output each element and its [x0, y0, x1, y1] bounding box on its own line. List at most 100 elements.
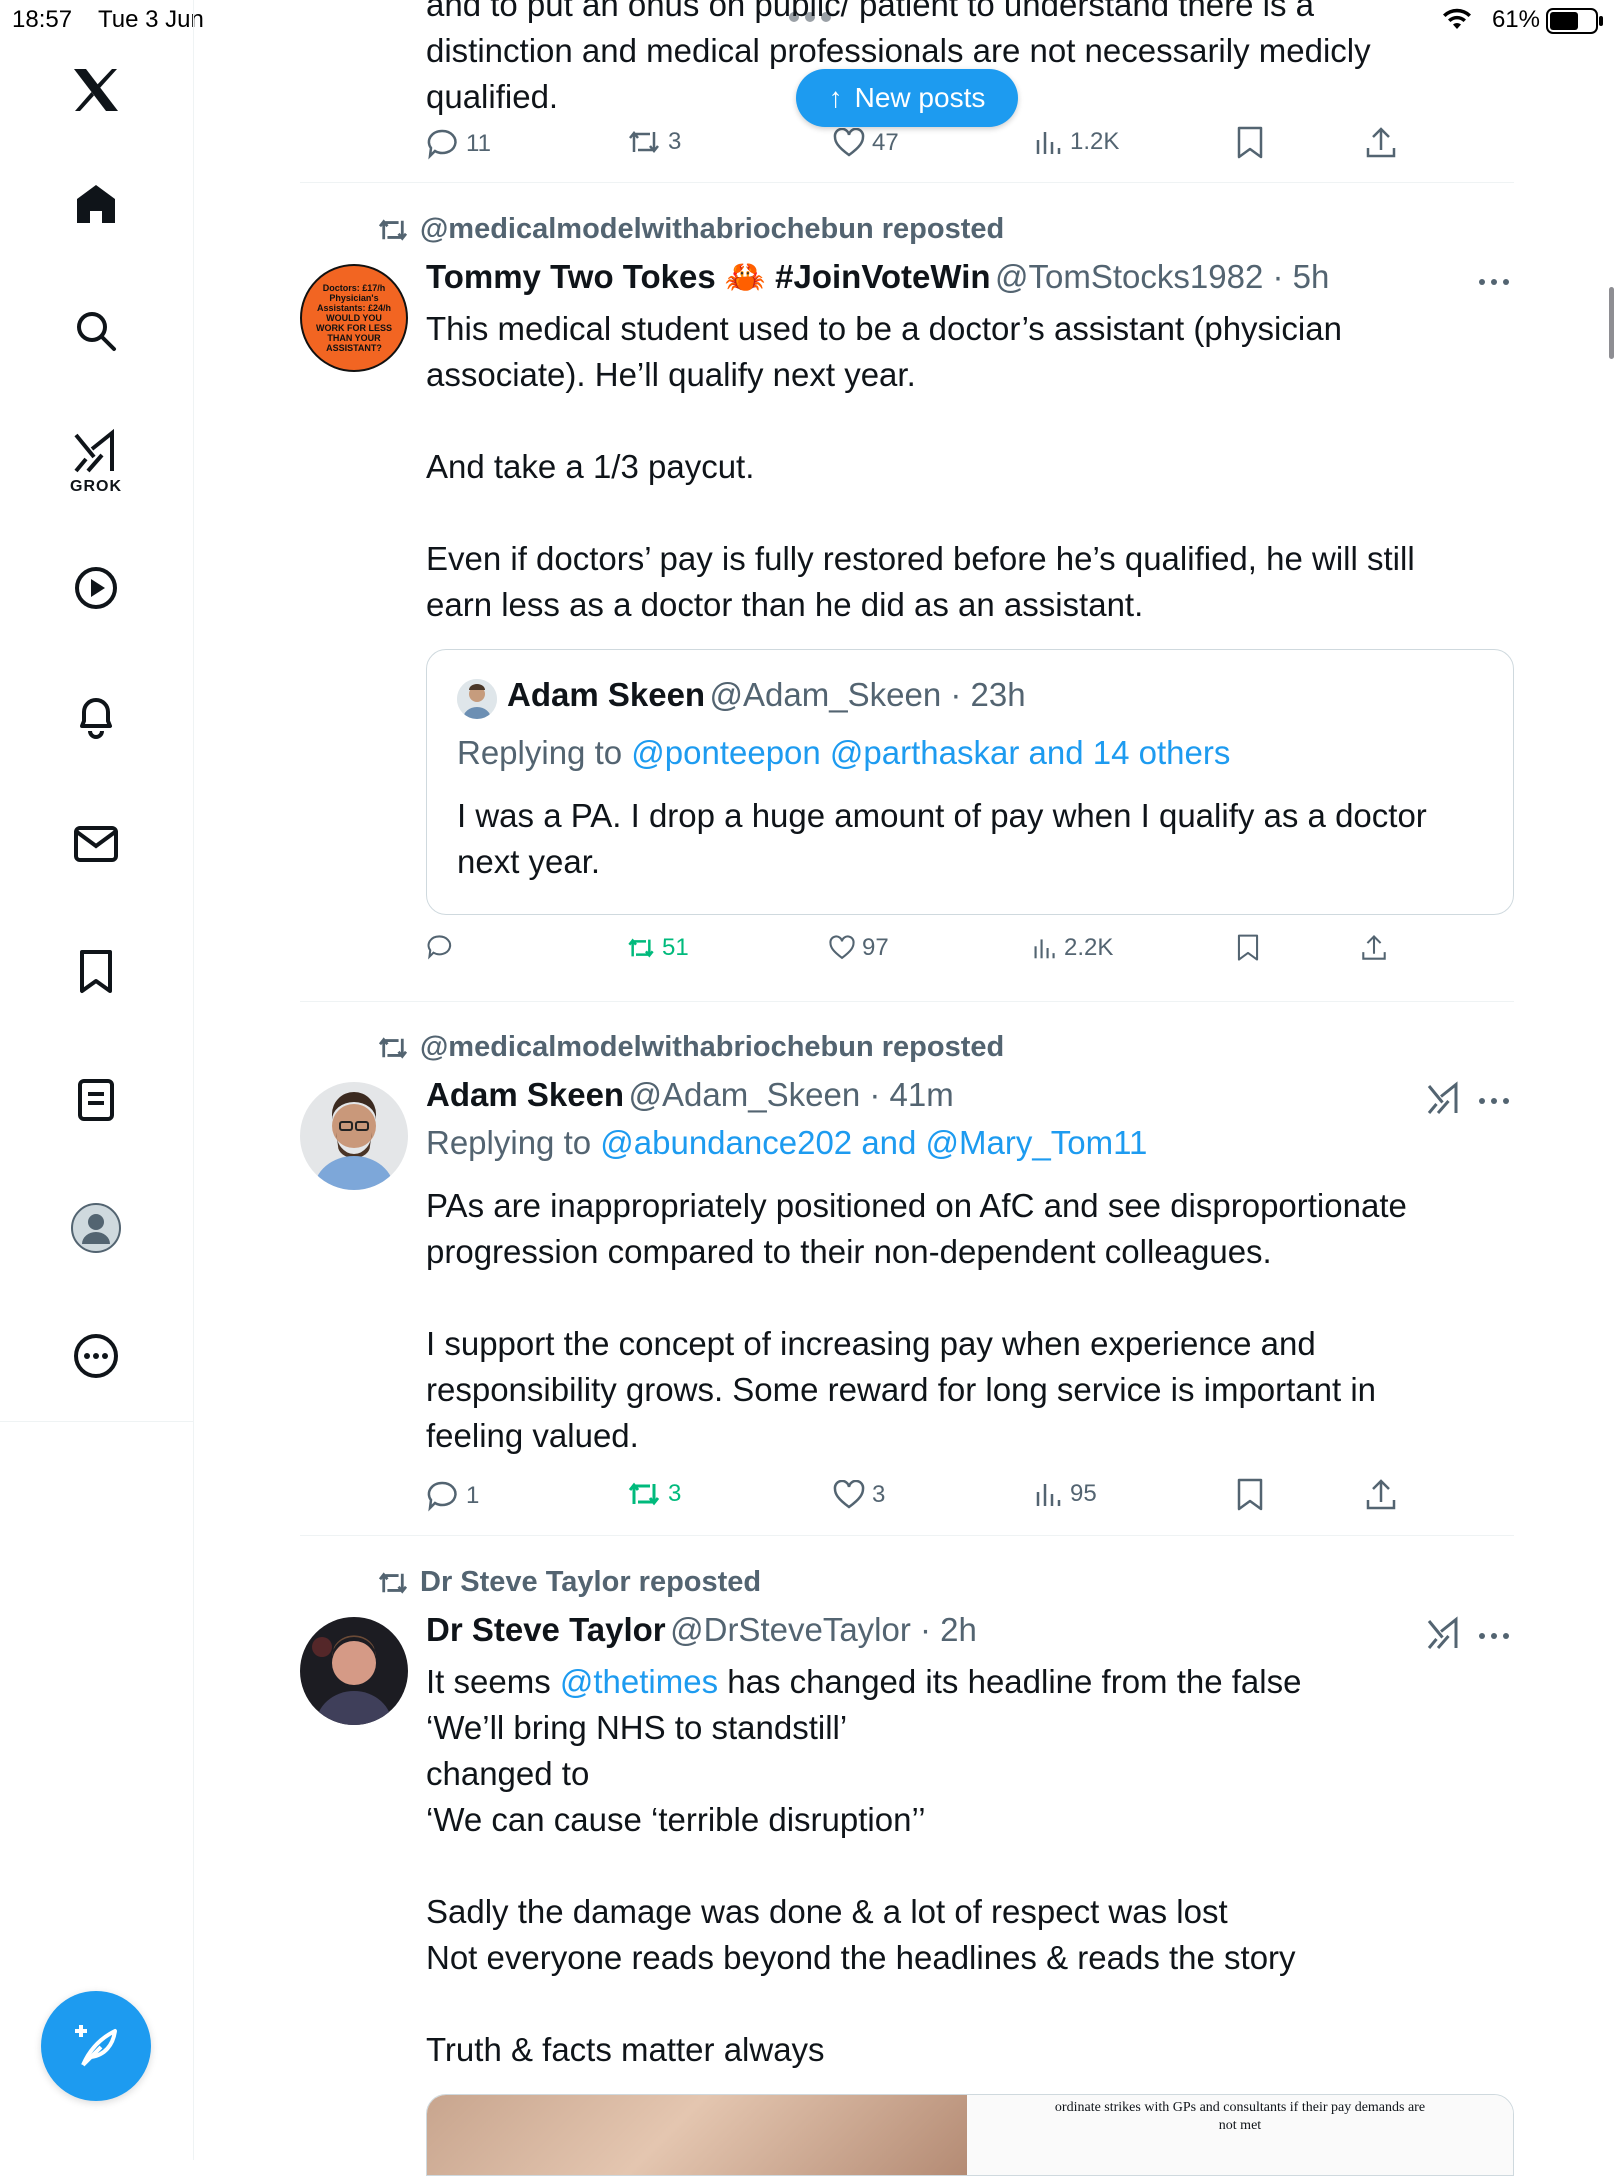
scroll-indicator[interactable] [1609, 287, 1614, 359]
post-media[interactable]: ordinate strikes with GPs and consultant… [426, 2094, 1514, 2176]
author-avatar[interactable] [300, 1617, 408, 1725]
like-button[interactable]: 47 [832, 128, 899, 158]
sidebar: GROK [0, 0, 194, 2160]
repost-attribution-text: Dr Steve Taylor reposted [420, 1566, 762, 1598]
repost-attribution-text: @medicalmodelwithabriochebun reposted [420, 1031, 1005, 1063]
home-icon[interactable] [70, 178, 122, 230]
reply-button[interactable]: 11 [426, 128, 491, 160]
views-chart-icon [1036, 1484, 1061, 1506]
repost-button[interactable]: 3 [626, 128, 681, 156]
bookmark-icon[interactable] [1236, 126, 1264, 165]
grok-icon[interactable] [70, 425, 122, 477]
views-count: 2.2K [1064, 934, 1114, 961]
post-text-part: It seems [426, 1663, 560, 1700]
author-name[interactable]: Dr Steve Taylor [426, 1611, 666, 1648]
battery-icon [1546, 8, 1604, 39]
post-header: Dr Steve Taylor @DrSteveTaylor · 2h [426, 1611, 977, 1649]
video-play-icon[interactable] [70, 562, 122, 614]
replying-links[interactable]: @abundance202 and @Mary_Tom11 [600, 1124, 1147, 1161]
like-button[interactable]: 3 [832, 1480, 885, 1510]
views-chart-icon [1036, 132, 1061, 154]
repost-icon [629, 130, 659, 154]
mention-link[interactable]: @thetimes [560, 1663, 718, 1700]
repost-icon [628, 938, 654, 958]
share-icon[interactable] [1364, 126, 1398, 165]
repost-count: 51 [662, 934, 689, 961]
author-handle[interactable]: @Adam_Skeen · 41m [629, 1076, 954, 1113]
share-icon[interactable] [1364, 1478, 1398, 1517]
repost-small-icon [378, 219, 408, 241]
bookmarks-icon[interactable] [70, 946, 122, 998]
post-text: This medical student used to be a doctor… [426, 310, 1415, 623]
post-divider [300, 1535, 1514, 1536]
more-options-icon[interactable] [1478, 1093, 1510, 1111]
author-name[interactable]: Adam Skeen [426, 1076, 624, 1113]
repost-button[interactable]: 3 [626, 1480, 681, 1508]
messages-mail-icon[interactable] [70, 818, 122, 870]
replying-prefix: Replying to [457, 734, 632, 771]
x-logo-icon[interactable] [70, 64, 122, 116]
new-posts-label: New posts [854, 82, 986, 113]
media-article-snippet: ordinate strikes with GPs and consultant… [967, 2095, 1513, 2175]
replying-to: Replying to @abundance202 and @Mary_Tom1… [426, 1124, 1147, 1162]
quote-header: Adam Skeen @Adam_Skeen · 23h [507, 676, 1026, 714]
post-text: PAs are inappropriately positioned on Af… [426, 1187, 1407, 1454]
repost-count: 3 [668, 1480, 682, 1507]
repost-attribution: @medicalmodelwithabriochebun reposted [376, 213, 1004, 246]
reply-count: 1 [466, 1482, 480, 1509]
views-button[interactable]: 95 [1034, 1480, 1097, 1508]
compose-post-button[interactable] [41, 1991, 151, 2101]
post-divider [300, 1001, 1514, 1002]
author-handle[interactable]: @DrSteveTaylor · 2h [670, 1611, 977, 1648]
post-text: It seems @thetimes has changed its headl… [426, 1659, 1516, 2073]
reply-count: 11 [466, 130, 491, 157]
new-posts-button[interactable]: ↑ New posts [796, 69, 1018, 127]
share-icon[interactable] [1360, 934, 1388, 967]
post-text-part: has changed its headline from the false … [426, 1663, 1302, 2068]
post-header: Tommy Two Tokes 🦀 #JoinVoteWin @TomStock… [426, 258, 1329, 297]
bookmark-icon[interactable] [1236, 1478, 1264, 1517]
author-handle[interactable]: @TomStocks1982 · 5h [995, 258, 1329, 295]
more-options-icon[interactable] [1478, 1628, 1510, 1646]
views-button[interactable]: 2.2K [1032, 934, 1113, 962]
quote-replying-to: Replying to @ponteepon @parthaskar and 1… [457, 734, 1230, 772]
compose-feather-icon [75, 2025, 117, 2067]
lists-icon[interactable] [70, 1074, 122, 1126]
heart-icon [833, 128, 865, 157]
author-name[interactable]: Tommy Two Tokes 🦀 #JoinVoteWin [426, 258, 991, 295]
quote-text: I was a PA. I drop a huge amount of pay … [457, 797, 1427, 880]
reply-button[interactable] [426, 934, 460, 960]
notifications-bell-icon[interactable] [70, 690, 122, 742]
reply-icon [427, 1481, 457, 1512]
author-avatar[interactable] [300, 1082, 408, 1190]
reply-button[interactable]: 1 [426, 1480, 479, 1512]
like-button[interactable]: 97 [828, 934, 889, 962]
quote-author-avatar [457, 679, 497, 719]
repost-button[interactable]: 51 [626, 934, 689, 962]
more-options-icon[interactable] [1478, 262, 1510, 294]
media-photo [427, 2095, 967, 2175]
profile-avatar-icon[interactable] [70, 1202, 122, 1254]
bookmark-icon[interactable] [1236, 934, 1260, 967]
views-count: 1.2K [1070, 128, 1120, 155]
more-options-icon[interactable] [70, 1330, 122, 1382]
repost-attribution: @medicalmodelwithabriochebun reposted [376, 1031, 1004, 1064]
search-icon[interactable] [70, 305, 122, 357]
quote-author-name: Adam Skeen [507, 676, 706, 713]
replying-prefix: Replying to [426, 1124, 601, 1161]
reply-icon [427, 935, 452, 960]
views-button[interactable]: 1.2K [1034, 128, 1119, 156]
grok-label: GROK [70, 478, 122, 495]
avatar-text: Doctors: £17/h Physician's Assistants: £… [316, 283, 392, 353]
quoted-post-card[interactable]: Adam Skeen @Adam_Skeen · 23h Replying to… [426, 649, 1514, 915]
views-count: 95 [1070, 1480, 1097, 1507]
replying-links[interactable]: @ponteepon @parthaskar and 14 others [631, 734, 1230, 771]
grok-explain-icon[interactable] [1426, 1615, 1462, 1656]
repost-small-icon [378, 1572, 408, 1594]
author-avatar[interactable]: Doctors: £17/h Physician's Assistants: £… [300, 264, 408, 372]
like-count: 97 [862, 934, 889, 961]
grok-explain-icon[interactable] [1426, 1080, 1462, 1121]
quote-author-handle: @Adam_Skeen · 23h [709, 676, 1026, 713]
views-chart-icon [1034, 939, 1055, 959]
post-divider [300, 182, 1514, 183]
